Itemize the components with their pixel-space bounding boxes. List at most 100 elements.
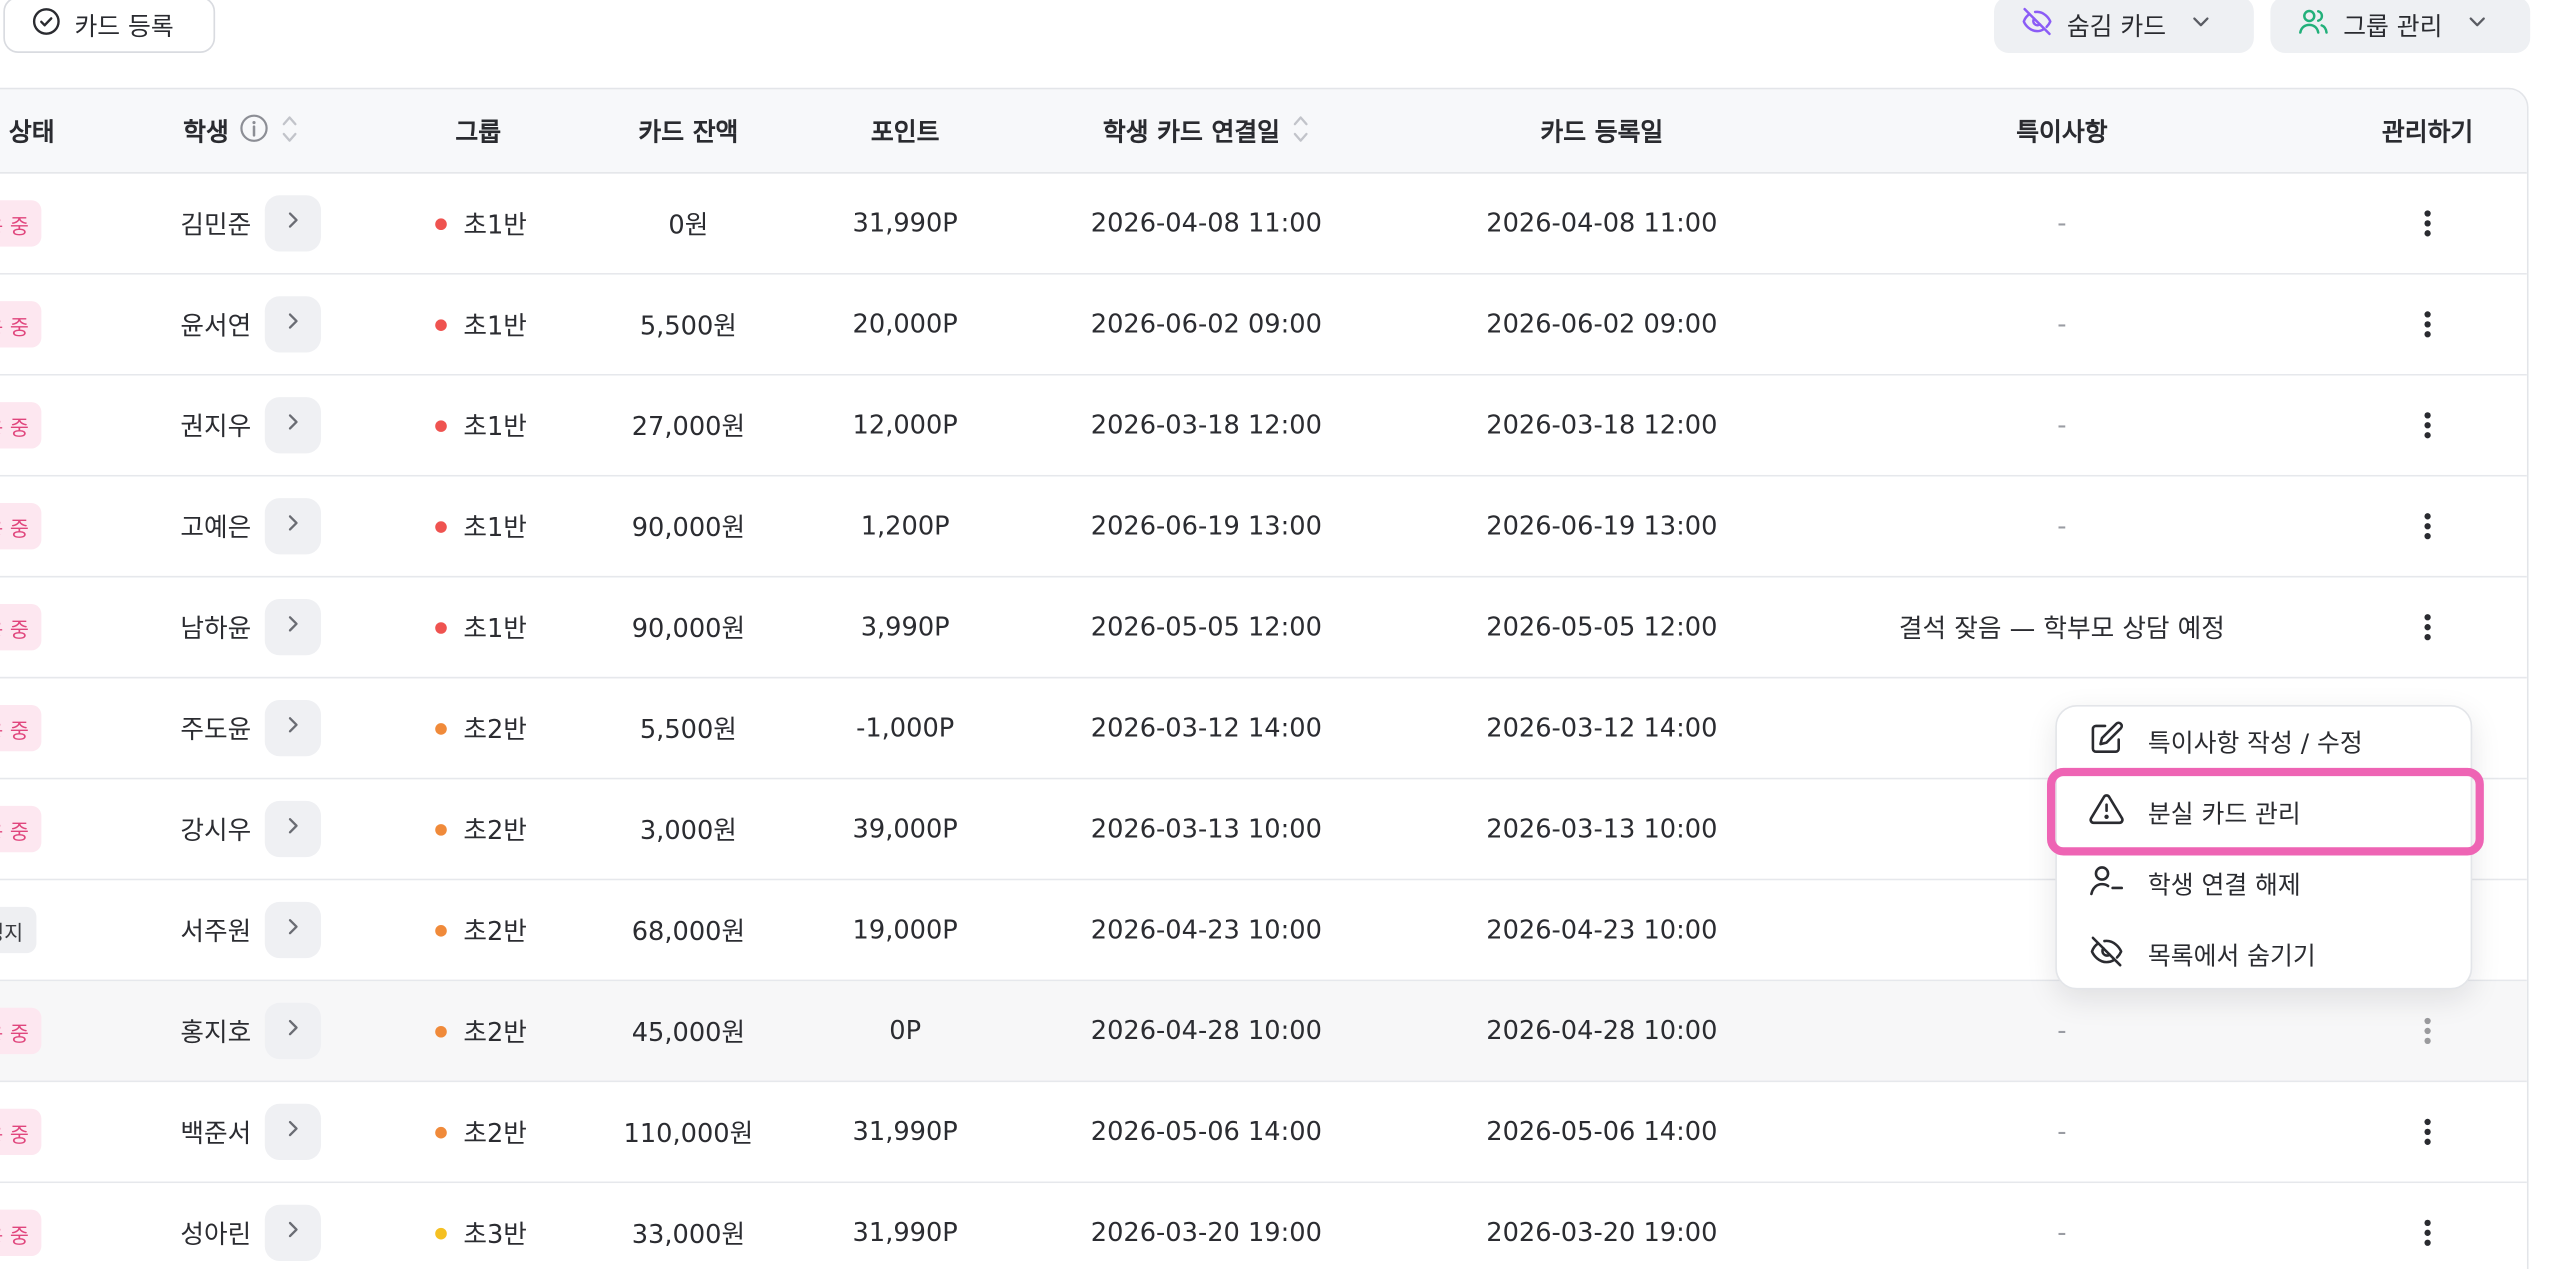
balance-cell: 0원 [589,174,788,273]
group-color-dot [435,217,447,230]
student-detail-button[interactable] [264,800,321,858]
registered-at-cell: 2026-05-06 14:00 [1441,1082,1762,1181]
more-options-icon[interactable] [2408,1213,2448,1253]
group-cell: 초1반 [435,275,584,374]
manage-cell [2408,275,2448,374]
status-badge: 사용 중 [0,1108,43,1156]
student-detail-button[interactable] [264,296,321,353]
table-row[interactable]: 사용 중 김민준 초1반 0원 31,990P 2026-04-08 11:00 2026-… [0,173,2527,275]
points-cell: 31,990P [806,1082,1005,1181]
group-manage-dropdown[interactable]: 그룹 관리 [2270,0,2531,53]
registered-at-cell: 2026-04-28 10:00 [1441,981,1762,1080]
linked-at-value: 2026-03-18 12:00 [1090,410,1322,441]
table-row[interactable]: 사용 중 성아린 초3반 33,000원 31,990P 2026-03-20 19:00… [0,1183,2527,1269]
group-color-dot [435,722,447,734]
registered-at-value: 2026-04-23 10:00 [1486,915,1718,945]
linked-at-value: 2026-03-13 10:00 [1090,814,1322,844]
student-detail-button[interactable] [264,901,321,959]
table-row[interactable]: 사용 중 홍지호 초2반 45,000원 0P 2026-04-28 10:00 2026-… [0,981,2527,1083]
linked-at-value: 2026-06-02 09:00 [1090,309,1322,340]
student-detail-button[interactable] [264,699,321,757]
menu-item-label: 학생 연결 해제 [2147,869,2301,900]
menu-item-label: 목록에서 숨기기 [2147,940,2316,971]
more-options-icon[interactable] [2408,204,2448,244]
points-value: 31,990P [852,1116,958,1147]
linked-at-cell: 2026-03-12 14:00 [1044,678,1368,777]
group-cell: 초2반 [435,981,584,1080]
more-options-icon[interactable] [2408,405,2448,445]
status-badge: 사용 중 [0,402,43,449]
student-detail-button[interactable] [264,1002,321,1060]
register-card-button[interactable]: 카드 등록 [3,0,216,53]
registered-at-value: 2026-04-28 10:00 [1486,1016,1718,1046]
status-label: 사용 중 [0,414,29,440]
table-header: 상태 학생 그룹 카드 잔액 포인트 학생 카드 연결일 카드 등록일 특이사항… [0,89,2527,174]
manage-cell [2408,1183,2448,1269]
student-name: 강시우 [180,815,252,846]
notes-cell: - [1855,174,2269,273]
more-options-icon[interactable] [2408,304,2448,344]
column-header-student[interactable]: 학생 [151,89,333,173]
points-cell: 31,990P [806,1183,1005,1269]
student-detail-button[interactable] [264,1204,321,1261]
chevron-right-icon [281,915,304,945]
table-row[interactable]: 사용 중 윤서연 초1반 5,500원 20,000P 2026-06-02 09:00 2… [0,274,2527,376]
status-badge: 사용 중 [0,604,43,651]
info-icon[interactable] [239,113,270,151]
sort-icon[interactable] [280,110,300,153]
notes-value: - [2057,309,2067,340]
student-detail-button[interactable] [264,195,321,252]
points-value: -1,000P [856,713,955,744]
table-row[interactable]: 사용 중 권지우 초1반 27,000원 12,000P 2026-03-18 12:00… [0,375,2527,477]
student-detail-button[interactable] [264,1103,321,1161]
student-cell: 고예은 [180,477,362,576]
linked-at-value: 2026-03-20 19:00 [1090,1217,1322,1248]
group-color-dot [435,1025,447,1037]
more-options-icon[interactable] [2408,607,2448,647]
student-name: 서주원 [180,916,252,947]
table-row[interactable]: 사용 중 고예은 초1반 90,000원 1,200P 2026-06-19 13:00 2… [0,476,2527,578]
registered-at-cell: 2026-04-23 10:00 [1441,880,1762,979]
status-badge: 사용 중 [0,301,43,348]
student-name: 주도윤 [180,714,252,745]
points-value: 3,990P [860,612,950,643]
balance-cell: 45,000원 [589,981,788,1080]
group-cell: 초1반 [435,578,584,677]
more-options-icon[interactable] [2408,1112,2448,1152]
group-color-dot [435,924,447,936]
registered-at-value: 2026-03-20 19:00 [1486,1217,1718,1248]
group-name: 초1반 [463,311,527,341]
table-row[interactable]: 사용 중 백준서 초2반 110,000원 31,990P 2026-05-06 14:0… [0,1082,2527,1184]
chevron-right-icon [281,410,304,440]
group-name: 초2반 [463,714,527,745]
notes-cell: - [1855,1082,2269,1181]
menu-item-hide-from-list[interactable]: 목록에서 숨기기 [2057,920,2474,990]
status-badge: 사용 중 [0,805,43,853]
column-header-linked-at[interactable]: 학생 카드 연결일 [1044,89,1368,173]
card-table: 상태 학생 그룹 카드 잔액 포인트 학생 카드 연결일 카드 등록일 특이사항… [0,87,2529,1269]
column-header-points-label: 포인트 [870,117,940,148]
student-detail-button[interactable] [264,498,321,555]
notes-value: - [2057,511,2067,542]
menu-item-unlink-student[interactable]: 학생 연결 해제 [2057,849,2474,919]
more-options-icon[interactable] [2408,1011,2448,1051]
student-cell: 윤서연 [180,275,362,374]
group-name: 초1반 [463,412,527,442]
menu-item-lost-card[interactable]: 분실 카드 관리 [2057,778,2474,848]
more-options-icon[interactable] [2408,506,2448,546]
sort-icon[interactable] [1290,110,1310,153]
status-label: 사용 중 [0,818,29,844]
notes-cell: - [1855,477,2269,576]
hidden-cards-dropdown[interactable]: 숨김 카드 [1994,0,2254,53]
menu-item-edit-note[interactable]: 특이사항 작성 / 수정 [2057,707,2474,777]
balance-value: 90,000원 [631,613,746,644]
balance-cell: 5,500원 [589,275,788,374]
chevron-right-icon [281,1218,304,1248]
table-row[interactable]: 사용 중 남하윤 초1반 90,000원 3,990P 2026-05-05 12:00 2… [0,577,2527,679]
column-header-registered-at: 카드 등록일 [1441,89,1762,173]
student-detail-button[interactable] [264,599,321,656]
student-detail-button[interactable] [264,397,321,454]
points-cell: 1,200P [806,477,1005,576]
hidden-cards-label: 숨김 카드 [2066,10,2167,41]
points-value: 12,000P [852,410,958,441]
